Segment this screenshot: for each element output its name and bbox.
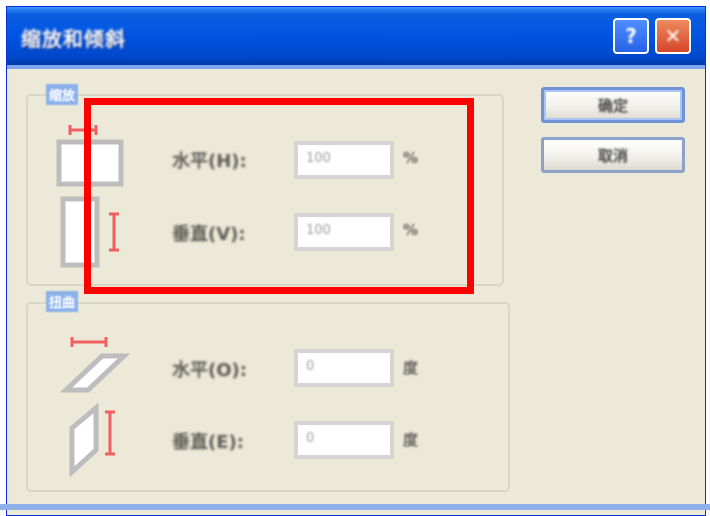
skew-horizontal-value: 0	[306, 359, 315, 374]
title-bar-edge	[7, 65, 705, 69]
skew-horizontal-unit: 度	[403, 359, 419, 377]
highlight-box	[84, 98, 474, 294]
help-button[interactable]: ?	[613, 18, 649, 54]
title-bar[interactable]: 缩放和倾斜 ? ✕	[7, 7, 705, 65]
skew-horizontal-icon	[60, 337, 130, 393]
close-icon: ✕	[664, 24, 682, 48]
window-title: 缩放和倾斜	[21, 27, 126, 51]
skew-vertical-icon	[69, 402, 115, 478]
skew-horizontal-input[interactable]: 0	[294, 349, 394, 387]
ok-button[interactable]: 确定	[541, 87, 685, 123]
skew-vertical-label: 垂直(E):	[172, 432, 244, 453]
skew-horizontal-label: 水平(O):	[172, 360, 247, 381]
help-icon: ?	[625, 24, 637, 48]
skew-vertical-unit: 度	[403, 431, 419, 449]
scale-group-label: 缩放	[46, 84, 79, 105]
skew-vertical-input[interactable]: 0	[294, 421, 394, 459]
skew-group-label: 扭曲	[46, 291, 79, 312]
skew-vertical-value: 0	[306, 431, 315, 446]
window-bottom-edge	[0, 504, 710, 510]
ok-button-label: 确定	[597, 96, 628, 115]
close-button[interactable]: ✕	[655, 18, 691, 54]
cancel-button[interactable]: 取消	[541, 137, 685, 173]
cancel-button-label: 取消	[597, 146, 628, 165]
